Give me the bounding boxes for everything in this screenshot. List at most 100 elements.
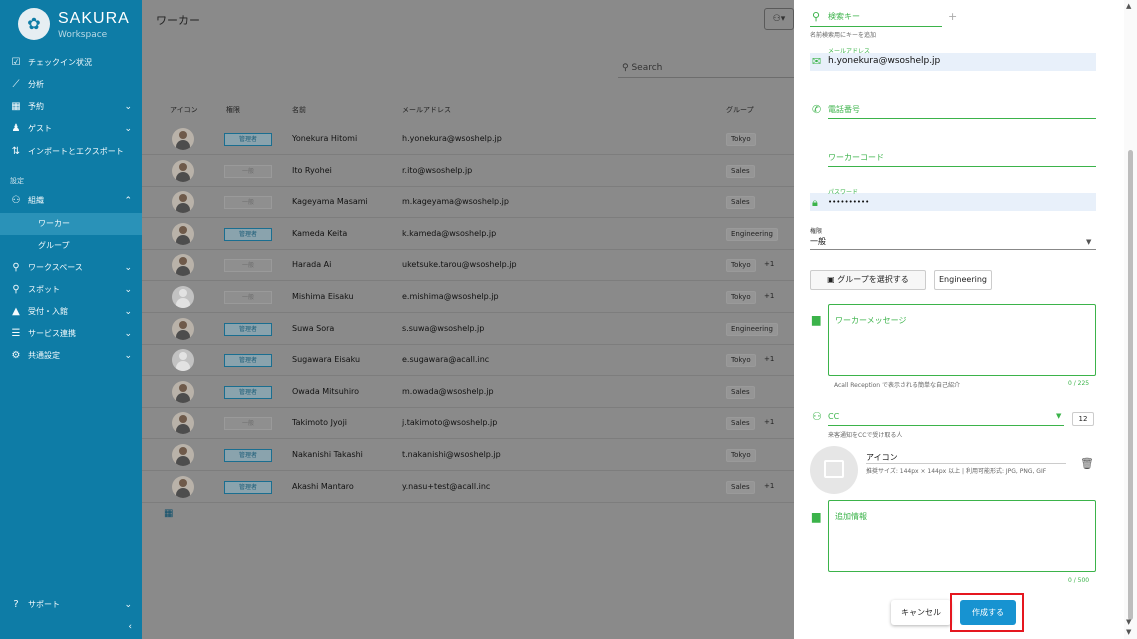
sidebar-item-label: インポートとエクスポート: [28, 147, 124, 156]
sidebar-item-groups[interactable]: グループ: [0, 235, 142, 257]
role-badge: 管理者: [224, 227, 272, 241]
group-extra-count: +1: [764, 355, 775, 364]
image-icon: [824, 460, 844, 478]
worker-name: Sugawara Eisaku: [292, 355, 361, 365]
group-extra-count: +1: [764, 292, 775, 300]
scrollbar-thumb[interactable]: [1128, 150, 1133, 620]
search-key-field[interactable]: 検索キー: [828, 11, 860, 22]
sidebar-item-label: チェックイン状況: [28, 58, 92, 67]
table-row[interactable]: 一般 Ito Ryohei r.ito@wsoshelp.jp Sales: [142, 156, 794, 187]
table-row[interactable]: 管理者 Suwa Sora s.suwa@wsoshelp.jp Engineerin…: [142, 314, 794, 345]
sidebar-item-reservations[interactable]: ▦ 予約 ⌄: [0, 96, 142, 118]
avatar: [172, 317, 194, 340]
table-row[interactable]: 管理者 Sugawara Eisaku e.sugawara@acall.inc To…: [142, 345, 794, 377]
email-field[interactable]: h.yonekura@wsoshelp.jp: [828, 56, 940, 66]
sidebar-item-label: 分析: [28, 80, 44, 89]
table-row[interactable]: 一般 Kageyama Masami m.kageyama@wsoshelp.jp S…: [142, 187, 794, 219]
sidebar-collapse-button[interactable]: ‹: [0, 616, 142, 638]
search-key-hint: 名前検索用にキーを追加: [810, 32, 877, 39]
search-key-underline: [810, 26, 942, 27]
group-select-icon: ▣: [827, 275, 835, 284]
chevron-down-icon: ⌄: [124, 124, 132, 134]
sidebar-item-guests[interactable]: ♟ ゲスト ⌄: [0, 118, 142, 140]
extra-info-field[interactable]: 追加情報: [828, 500, 1096, 572]
sidebar-item-reception[interactable]: ▲ 受付・入館 ⌄: [0, 301, 142, 323]
avatar: [172, 475, 194, 498]
table-row[interactable]: 管理者 Akashi Mantaro y.nasu+test@acall.inc Sa…: [142, 472, 794, 503]
page-title: ワーカー: [156, 14, 200, 27]
cancel-button[interactable]: キャンセル: [891, 600, 951, 625]
location-pin-icon: ⚲: [12, 262, 20, 273]
info-comment-icon: ▆: [812, 510, 821, 523]
worker-email: s.suwa@wsoshelp.jp: [402, 323, 485, 333]
role-badge: 一般: [224, 259, 272, 273]
table-view-icon[interactable]: ▦: [164, 508, 173, 519]
phone-field[interactable]: 電話番号: [828, 104, 860, 115]
group-chip: Engineering: [726, 227, 778, 241]
email-label: メールアドレス: [828, 48, 871, 55]
scroll-up-icon[interactable]: ▲: [1126, 2, 1131, 10]
sidebar-item-integrations[interactable]: ☰ サービス連携 ⌄: [0, 323, 142, 345]
person-add-icon: ⚇▾: [772, 14, 786, 24]
chevron-down-icon: ⌄: [124, 329, 132, 339]
sidebar-item-label: ワークスペース: [28, 263, 83, 272]
sidebar-item-common-settings[interactable]: ⚙ 共通設定 ⌄: [0, 345, 142, 367]
chevron-down-icon: ⌄: [124, 307, 132, 317]
group-extra-count: +1: [764, 481, 775, 490]
select-group-button[interactable]: ▣ グループを選択する: [810, 270, 926, 290]
worker-email: j.takimoto@wsoshelp.jp: [402, 418, 498, 428]
sidebar-item-workspaces[interactable]: ⚲ ワークスペース ⌄: [0, 257, 142, 279]
search-icon: ⚲: [812, 10, 821, 23]
table-row[interactable]: 管理者 Owada Mitsuhiro m.owada@wsoshelp.jp Sal…: [142, 377, 794, 408]
add-worker-button[interactable]: ⚇▾: [764, 8, 794, 30]
main-content: ワーカー ⚇▾ ⚲ Search アイコン 権限 名前 メールアドレス グループ…: [142, 0, 798, 639]
table-row[interactable]: 管理者 Nakanishi Takashi t.nakanishi@wsoshelp…: [142, 440, 794, 471]
table-row[interactable]: 管理者 Yonekura Hitomi h.yonekura@wsoshelp.jp…: [142, 124, 794, 155]
avatar: [172, 222, 194, 245]
sidebar-item-import-export[interactable]: ⇅ インポートとエクスポート: [0, 141, 142, 163]
sidebar-item-spots[interactable]: ⚲ スポット ⌄: [0, 279, 142, 301]
worker-name: Mishima Eisaku: [292, 292, 354, 301]
role-badge: 管理者: [224, 322, 272, 336]
worker-code-field[interactable]: ワーカーコード: [828, 152, 884, 163]
panel-scrollbar[interactable]: ▲ ▼ ▼: [1124, 0, 1137, 639]
avatar: [172, 128, 194, 150]
group-chip: Tokyo: [726, 259, 756, 273]
select-group-label: グループを選択する: [837, 275, 909, 284]
role-underline: [810, 249, 1096, 250]
worker-name: Harada Ai: [292, 260, 332, 270]
delete-icon[interactable]: 🗑︎: [1080, 457, 1094, 470]
icon-label: アイコン: [866, 453, 898, 462]
group-chip-engineering[interactable]: Engineering: [934, 270, 992, 290]
group-chip: Sales: [726, 417, 755, 431]
table-row[interactable]: 一般 Takimoto Jyoji j.takimoto@wsoshelp.jp Sa…: [142, 408, 794, 440]
sidebar-item-checkin[interactable]: ☑ チェックイン状況: [0, 52, 142, 74]
sidebar-item-label: 予約: [28, 102, 44, 111]
sidebar-item-workers[interactable]: ワーカー: [0, 213, 142, 235]
table-row[interactable]: 一般 Harada Ai uketsuke.tarou@wsoshelp.jp Tok…: [142, 250, 794, 282]
avatar: [172, 254, 194, 277]
import-export-icon: ⇅: [11, 146, 21, 157]
role-select[interactable]: 一般: [810, 236, 826, 247]
column-group: グループ: [726, 106, 754, 114]
password-field[interactable]: ••••••••••: [828, 198, 869, 206]
search-input[interactable]: ⚲ Search: [618, 58, 798, 78]
icon-upload-placeholder[interactable]: [810, 446, 858, 494]
sidebar-item-support[interactable]: ? サポート ⌄: [0, 594, 142, 616]
search-icon: ⚲: [622, 63, 629, 73]
add-key-icon[interactable]: +: [948, 10, 957, 23]
worker-message-hint: Acall Reception で表示される簡単な自己紹介: [834, 382, 961, 389]
role-badge: 管理者: [224, 133, 272, 146]
table-row[interactable]: 管理者 Kameda Keita k.kameda@wsoshelp.jp Engin…: [142, 219, 794, 250]
cc-hint: 来客通知をCCで受け取る人: [828, 432, 903, 439]
cc-select[interactable]: CC: [828, 412, 839, 421]
scroll-down-icon[interactable]: ▼: [1126, 628, 1131, 636]
worker-message-field[interactable]: ワーカーメッセージ: [828, 304, 1096, 376]
help-icon: ?: [13, 599, 19, 610]
table-row[interactable]: 一般 Mishima Eisaku e.mishima@wsoshelp.jp Tok…: [142, 282, 794, 313]
column-name: 名前: [292, 106, 306, 114]
mail-icon: ✉: [812, 55, 822, 68]
scroll-down-icon[interactable]: ▼: [1126, 618, 1131, 626]
sidebar-item-analytics[interactable]: ⟋ 分析: [0, 74, 142, 96]
sidebar-item-organization[interactable]: ⚇ 組織 ⌃: [0, 190, 142, 212]
